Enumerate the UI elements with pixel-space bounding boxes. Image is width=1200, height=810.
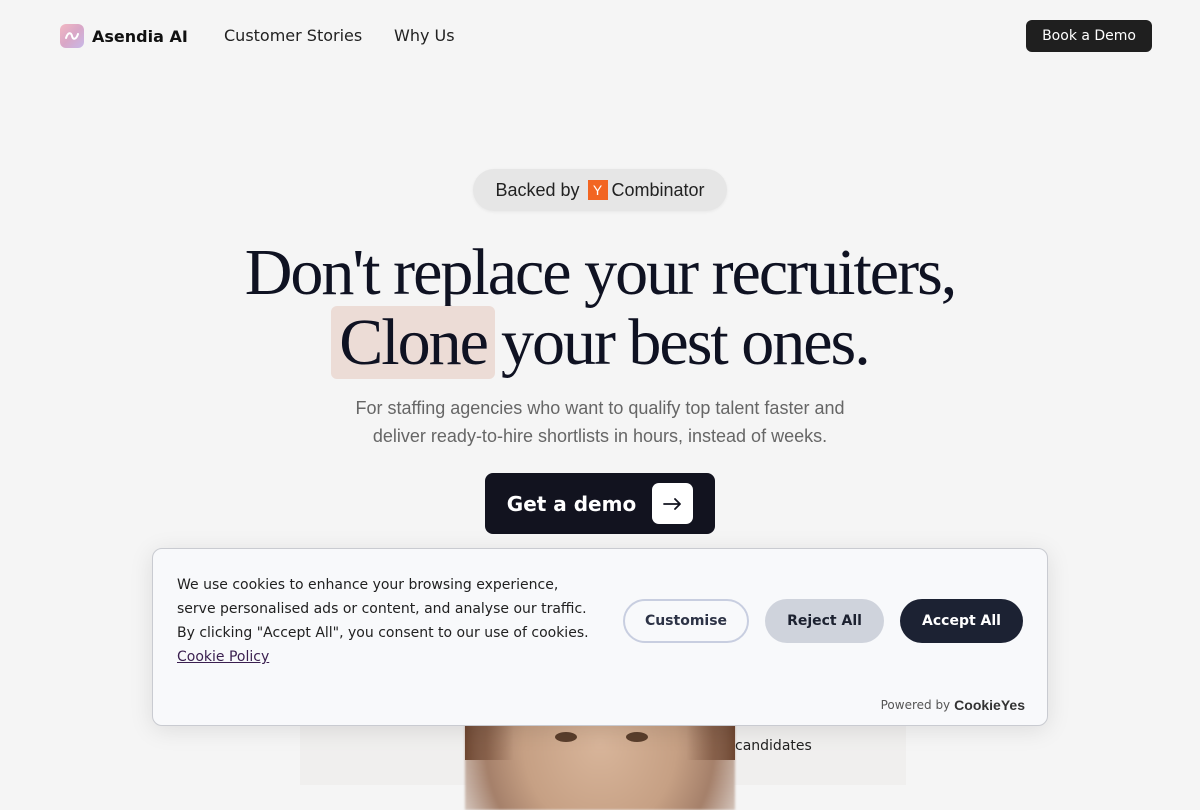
badge-suffix: Combinator [611, 179, 705, 200]
portrait-eye-left [555, 732, 577, 742]
hero-subtitle: For staffing agencies who want to qualif… [0, 394, 1200, 450]
get-demo-button[interactable]: Get a demo [485, 473, 715, 534]
cookie-message: We use cookies to enhance your browsing … [177, 573, 597, 669]
badge-prefix: Backed by [495, 179, 580, 200]
cookieyes-logo[interactable]: CookieYes [954, 697, 1025, 713]
subtitle-line-2: deliver ready-to-hire shortlists in hour… [372, 426, 828, 446]
arrow-right-icon [652, 483, 694, 524]
brand-logo[interactable]: Asendia AI [60, 24, 188, 48]
book-demo-button[interactable]: Book a Demo [1026, 20, 1152, 52]
subtitle-line-1: For staffing agencies who want to qualif… [355, 398, 845, 418]
brand-mark-icon [60, 24, 84, 48]
preview-partial-text: candidates [735, 738, 812, 754]
portrait-eye-right [626, 732, 648, 742]
powered-by: Powered by CookieYes [881, 697, 1025, 713]
headline-highlight: Clone [331, 306, 495, 379]
headline-line-2-rest: your best ones. [500, 306, 871, 379]
powered-by-label: Powered by [880, 698, 951, 712]
backed-by-badge: Backed by Y Combinator [473, 169, 727, 211]
headline-line-1: Don't replace your recruiters, [244, 236, 958, 309]
customise-button[interactable]: Customise [623, 599, 749, 643]
get-demo-label: Get a demo [506, 491, 637, 516]
brand-name: Asendia AI [92, 26, 188, 46]
headline-line-2: Clone your best ones. [0, 306, 1200, 379]
cookie-message-text: We use cookies to enhance your browsing … [177, 577, 589, 641]
cookie-consent-banner: We use cookies to enhance your browsing … [152, 548, 1048, 726]
reject-all-button[interactable]: Reject All [765, 599, 884, 643]
y-combinator-logo-icon: Y [587, 180, 608, 200]
accept-all-button[interactable]: Accept All [900, 599, 1023, 643]
top-nav: Asendia AI Customer Stories Why Us Book … [0, 0, 1200, 72]
nav-link-why-us[interactable]: Why Us [394, 26, 455, 45]
cookie-policy-link[interactable]: Cookie Policy [177, 649, 269, 665]
nav-link-customer-stories[interactable]: Customer Stories [224, 26, 362, 45]
